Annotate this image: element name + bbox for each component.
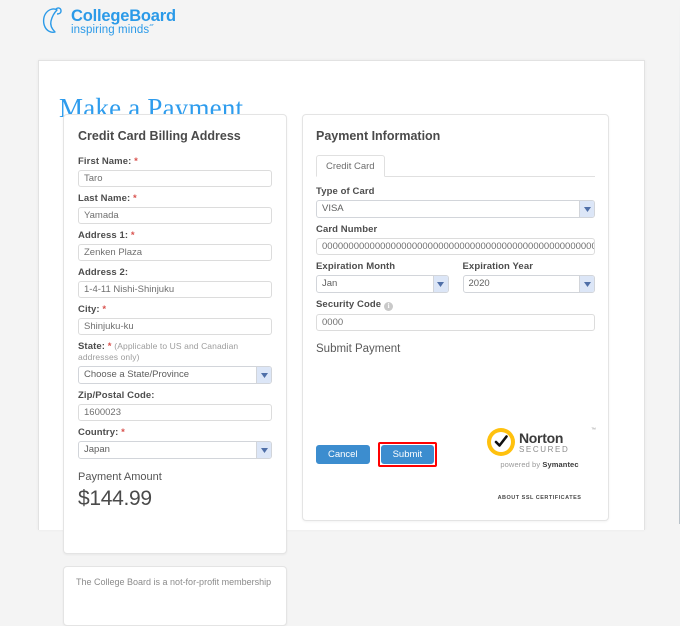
city-input[interactable]	[78, 318, 272, 335]
address-2-label: Address 2:	[78, 267, 129, 278]
country-select[interactable]: Japan	[78, 441, 272, 459]
last-name-input[interactable]	[78, 207, 272, 224]
tab-credit-card[interactable]: Credit Card	[316, 155, 385, 177]
city-label: City: *	[78, 304, 107, 315]
zip-label: Zip/Postal Code:	[78, 390, 155, 401]
required-marker: *	[99, 304, 107, 315]
page-container: Make a Payment Credit Card Billing Addre…	[38, 60, 645, 626]
chevron-down-icon[interactable]	[256, 367, 271, 383]
payment-amount-label: Payment Amount	[78, 471, 162, 483]
type-of-card-select[interactable]: VISA	[316, 200, 595, 218]
footer-panel: The College Board is a not-for-profit me…	[63, 566, 287, 626]
field-security-code: Security Code i	[316, 299, 595, 331]
trademark-symbol: ™	[591, 427, 596, 433]
field-state: State: * (Applicable to US and Canadian …	[78, 341, 272, 384]
address-1-label: Address 1: *	[78, 230, 135, 241]
required-marker: *	[118, 427, 125, 438]
chevron-down-icon[interactable]	[256, 442, 271, 458]
field-country: Country: * Japan	[78, 427, 272, 459]
country-label: Country: *	[78, 427, 125, 438]
norton-name: Norton	[519, 429, 564, 446]
field-first-name: First Name: *	[78, 156, 272, 187]
norton-checkmark-icon	[487, 428, 515, 456]
chevron-down-icon[interactable]	[579, 201, 594, 217]
collegeboard-logo[interactable]: CollegeBoard inspiring minds˝	[41, 7, 176, 37]
norton-powered-by: powered by Symantec	[487, 460, 592, 469]
security-code-label: Security Code i	[316, 299, 595, 311]
field-expiration-month: Expiration Month Jan	[316, 261, 449, 293]
first-name-input[interactable]	[78, 170, 272, 187]
submit-payment-heading: Submit Payment	[316, 343, 401, 355]
payment-button-row: Cancel Submit	[316, 442, 438, 467]
field-zip: Zip/Postal Code:	[78, 390, 272, 421]
card-number-label: Card Number	[316, 224, 378, 235]
expiration-month-value: Jan	[322, 278, 338, 289]
address-1-input[interactable]	[78, 244, 272, 261]
payment-tabs: Credit Card	[316, 155, 595, 177]
first-name-label: First Name: *	[78, 156, 138, 167]
info-icon[interactable]: i	[384, 302, 394, 311]
billing-panel-title: Credit Card Billing Address	[78, 129, 241, 143]
about-ssl-certificates-link[interactable]: ABOUT SSL CERTIFICATES	[487, 495, 592, 501]
expiration-year-select[interactable]: 2020	[462, 275, 595, 293]
card-number-input[interactable]	[316, 238, 595, 255]
field-card-number: Card Number	[316, 224, 595, 255]
chevron-down-icon[interactable]	[432, 276, 448, 292]
country-select-value: Japan	[84, 444, 110, 455]
norton-secured-text: SECURED	[519, 444, 570, 454]
type-of-card-label: Type of Card	[316, 186, 375, 197]
payment-panel-title: Payment Information	[316, 129, 441, 143]
address-2-input[interactable]	[78, 281, 272, 298]
acorn-icon	[41, 7, 67, 37]
expiration-month-select[interactable]: Jan	[316, 275, 449, 293]
submit-button[interactable]: Submit	[380, 445, 435, 464]
expiration-row: Expiration Month Jan Expiration Year 202…	[316, 261, 595, 293]
cancel-button[interactable]: Cancel	[316, 445, 370, 464]
required-marker: *	[131, 156, 138, 167]
field-type-of-card: Type of Card VISA	[316, 186, 595, 218]
security-code-input[interactable]	[316, 314, 595, 331]
field-address-1: Address 1: *	[78, 230, 272, 261]
required-marker: *	[105, 341, 112, 352]
state-label: State: * (Applicable to US and Canadian …	[78, 341, 239, 362]
footer-text: The College Board is a not-for-profit me…	[76, 577, 272, 587]
powered-by-prefix: powered by	[500, 460, 543, 469]
required-marker: *	[130, 193, 137, 204]
expiration-year-value: 2020	[468, 278, 490, 289]
type-of-card-value: VISA	[322, 203, 344, 214]
field-address-2: Address 2:	[78, 267, 272, 298]
norton-secured-badge[interactable]: Norton SECURED ™ powered by Symantec ABO…	[487, 427, 596, 501]
billing-address-panel: Credit Card Billing Address First Name: …	[63, 114, 287, 554]
payment-amount-value: $144.99	[78, 487, 152, 510]
site-header: CollegeBoard inspiring minds˝	[0, 0, 680, 58]
norton-logo: Norton SECURED ™	[487, 427, 596, 456]
logo-tagline: inspiring minds˝	[71, 24, 154, 36]
state-select-value: Choose a State/Province	[84, 369, 190, 380]
payment-information-panel: Payment Information Credit Card Type of …	[302, 114, 609, 521]
field-last-name: Last Name: *	[78, 193, 272, 224]
last-name-label: Last Name: *	[78, 193, 137, 204]
required-marker: *	[128, 230, 135, 241]
chevron-down-icon[interactable]	[579, 276, 594, 292]
field-expiration-year: Expiration Year 2020	[462, 261, 595, 293]
expiration-year-label: Expiration Year	[462, 261, 533, 272]
zip-input[interactable]	[78, 404, 272, 421]
symantec-brand: Symantec	[542, 460, 579, 469]
field-city: City: *	[78, 304, 272, 335]
logo-wordmark: CollegeBoard	[71, 6, 176, 25]
state-select[interactable]: Choose a State/Province	[78, 366, 272, 384]
expiration-month-label: Expiration Month	[316, 261, 396, 272]
submit-button-highlight: Submit	[377, 442, 438, 467]
